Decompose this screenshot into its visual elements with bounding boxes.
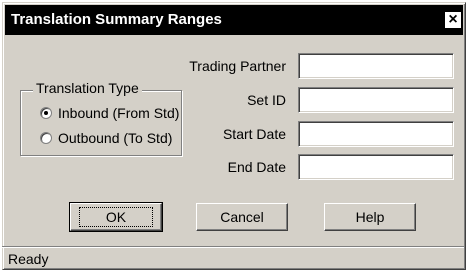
ok-button[interactable]: OK: [69, 202, 163, 232]
help-button[interactable]: Help: [324, 203, 416, 231]
cancel-button[interactable]: Cancel: [196, 203, 288, 231]
title-bar: Translation Summary Ranges ×: [5, 5, 463, 35]
set-id-label: Set ID: [247, 92, 286, 108]
status-bar: Ready: [2, 246, 464, 270]
inbound-radio-option[interactable]: Inbound (From Std): [40, 104, 179, 122]
inbound-radio-label: Inbound (From Std): [58, 105, 180, 121]
start-date-label: Start Date: [222, 126, 286, 142]
trading-partner-input[interactable]: [298, 53, 454, 79]
set-id-input[interactable]: [298, 87, 454, 113]
inbound-radio-button[interactable]: [40, 107, 52, 119]
end-date-label: End Date: [227, 159, 286, 175]
outbound-radio-label: Outbound (To Std): [58, 130, 173, 146]
status-text: Ready: [8, 251, 49, 267]
end-date-input[interactable]: [298, 154, 454, 180]
outbound-radio-button[interactable]: [40, 132, 52, 144]
outbound-radio-option[interactable]: Outbound (To Std): [40, 129, 172, 147]
trading-partner-label: Trading Partner: [189, 58, 286, 74]
ok-button-label: OK: [78, 207, 154, 227]
translation-type-legend: Translation Type: [33, 80, 142, 96]
close-icon[interactable]: ×: [445, 12, 461, 28]
start-date-input[interactable]: [298, 121, 454, 147]
dialog-title: Translation Summary Ranges: [11, 11, 222, 28]
